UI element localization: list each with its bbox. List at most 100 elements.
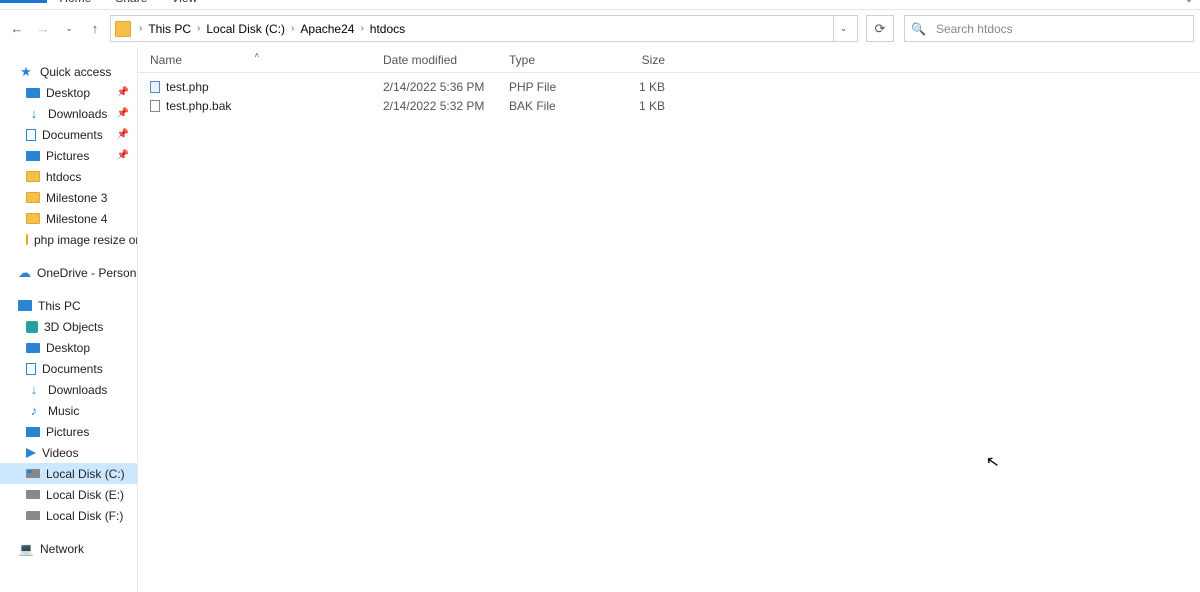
sidebar-item-label: Quick access <box>40 65 111 79</box>
refresh-button[interactable]: ⟳ <box>866 15 894 42</box>
sidebar-item-label: htdocs <box>46 170 81 184</box>
sidebar-item-label: OneDrive - Personal <box>37 266 138 280</box>
file-rows: test.php2/14/2022 5:36 PMPHP File1 KBtes… <box>138 73 1200 115</box>
navigation-pane: ★ Quick access Desktop📌↓Downloads📌Docume… <box>0 47 138 592</box>
search-box[interactable]: 🔍 <box>904 15 1194 42</box>
sidebar-item-label: Documents <box>42 362 103 376</box>
sidebar-item-label: Videos <box>42 446 78 460</box>
address-history-dropdown[interactable]: ⌄ <box>833 16 853 41</box>
3d-objects-icon <box>26 321 38 333</box>
chevron-right-icon[interactable]: › <box>358 23 365 34</box>
chevron-right-icon[interactable]: › <box>137 23 144 34</box>
sidebar-item-label: Downloads <box>48 383 107 397</box>
sidebar-item[interactable]: Local Disk (F:) <box>0 505 137 526</box>
folder-icon <box>26 234 28 245</box>
chevron-right-icon[interactable]: › <box>195 23 202 34</box>
column-header-size[interactable]: Size <box>605 53 675 67</box>
sidebar-item-label: php image resize or <box>34 233 138 247</box>
ribbon-tab-file[interactable]: File <box>0 0 47 3</box>
pin-icon: 📌 <box>117 108 129 119</box>
disk-icon <box>26 511 40 520</box>
address-bar[interactable]: › This PC › Local Disk (C:) › Apache24 ›… <box>110 15 858 42</box>
sidebar-item[interactable]: Milestone 4 <box>0 208 137 229</box>
sidebar-item-label: 3D Objects <box>44 320 103 334</box>
file-type: PHP File <box>497 80 605 94</box>
music-icon: ♪ <box>26 404 42 418</box>
sidebar-quick-access[interactable]: ★ Quick access <box>0 61 137 82</box>
main-area: ★ Quick access Desktop📌↓Downloads📌Docume… <box>0 47 1200 592</box>
sidebar-onedrive[interactable]: ☁ OneDrive - Personal <box>0 262 137 283</box>
ribbon-tab-share[interactable]: Share <box>103 0 159 7</box>
sidebar-item-label: This PC <box>38 299 81 313</box>
download-icon: ↓ <box>26 107 42 121</box>
ribbon-tab-home[interactable]: Home <box>47 0 103 7</box>
sidebar-item[interactable]: Desktop📌 <box>0 82 137 103</box>
sidebar-item-label: Local Disk (E:) <box>46 488 124 502</box>
chevron-right-icon[interactable]: › <box>289 23 296 34</box>
folder-icon <box>26 192 40 203</box>
sidebar-item-label: Pictures <box>46 425 89 439</box>
desktop-icon <box>26 88 40 98</box>
sidebar-item[interactable]: htdocs <box>0 166 137 187</box>
sidebar-item[interactable]: 3D Objects <box>0 316 137 337</box>
search-icon: 🔍 <box>911 22 926 36</box>
folder-icon <box>26 171 40 182</box>
sidebar-item-label: Desktop <box>46 86 90 100</box>
sidebar-item-label: Local Disk (F:) <box>46 509 123 523</box>
sidebar-item[interactable]: ↓ Downloads <box>0 379 137 400</box>
sidebar-this-pc[interactable]: This PC <box>0 295 137 316</box>
file-size: 1 KB <box>605 80 675 94</box>
sidebar-item[interactable]: Documents 📌 <box>0 124 137 145</box>
video-icon <box>26 448 36 458</box>
sidebar-item-label: Network <box>40 542 84 556</box>
ribbon-expand-icon[interactable]: ⌄ <box>1178 0 1200 9</box>
up-button[interactable]: ↑ <box>84 18 106 40</box>
file-date: 2/14/2022 5:32 PM <box>371 99 497 113</box>
sidebar-item-label: Milestone 3 <box>46 191 107 205</box>
file-date: 2/14/2022 5:36 PM <box>371 80 497 94</box>
document-icon <box>26 129 36 141</box>
column-label: Name <box>150 53 182 67</box>
recent-locations-button[interactable]: ⌄ <box>58 18 80 40</box>
sidebar-item[interactable]: Videos <box>0 442 137 463</box>
disk-icon <box>26 469 40 478</box>
column-header-type[interactable]: Type <box>497 53 605 67</box>
sidebar-network[interactable]: 💻 Network <box>0 538 137 559</box>
cloud-icon: ☁ <box>18 266 31 280</box>
column-header-name[interactable]: Name ˄ <box>138 53 371 67</box>
search-input[interactable] <box>934 21 1187 37</box>
pin-icon: 📌 <box>117 129 129 140</box>
sidebar-item-label: Documents <box>42 128 103 142</box>
file-row[interactable]: test.php2/14/2022 5:36 PMPHP File1 KB <box>138 77 1200 96</box>
file-list-area: Name ˄ Date modified Type Size test.php2… <box>138 47 1200 592</box>
sidebar-item[interactable]: Local Disk (C:) <box>0 463 137 484</box>
breadcrumb-apache24[interactable]: Apache24 <box>296 22 358 36</box>
breadcrumb-this-pc[interactable]: This PC <box>144 22 195 36</box>
sidebar-item[interactable]: Pictures <box>0 421 137 442</box>
sidebar-item[interactable]: Documents <box>0 358 137 379</box>
sidebar-item[interactable]: Local Disk (E:) <box>0 484 137 505</box>
download-icon: ↓ <box>26 383 42 397</box>
ribbon-tab-view[interactable]: View <box>159 0 209 7</box>
folder-icon <box>115 21 131 37</box>
sort-indicator-icon: ˄ <box>255 51 260 60</box>
desktop-icon <box>26 343 40 353</box>
sidebar-item[interactable]: Desktop <box>0 337 137 358</box>
column-header-date[interactable]: Date modified <box>371 53 497 67</box>
breadcrumb-local-disk-c[interactable]: Local Disk (C:) <box>202 22 289 36</box>
sidebar-item[interactable]: ↓Downloads📌 <box>0 103 137 124</box>
back-button[interactable]: ← <box>6 18 28 40</box>
star-icon: ★ <box>18 65 34 79</box>
folder-icon <box>26 213 40 224</box>
sidebar-item[interactable]: php image resize or <box>0 229 137 250</box>
picture-icon <box>26 427 40 437</box>
forward-button[interactable]: → <box>32 18 54 40</box>
sidebar-item[interactable]: ♪Music <box>0 400 137 421</box>
breadcrumb-htdocs[interactable]: htdocs <box>366 22 409 36</box>
sidebar-item[interactable]: Milestone 3 <box>0 187 137 208</box>
network-icon: 💻 <box>18 542 34 556</box>
document-icon <box>26 363 36 375</box>
sidebar-item[interactable]: Pictures📌 <box>0 145 137 166</box>
disk-icon <box>26 490 40 499</box>
file-row[interactable]: test.php.bak2/14/2022 5:32 PMBAK File1 K… <box>138 96 1200 115</box>
